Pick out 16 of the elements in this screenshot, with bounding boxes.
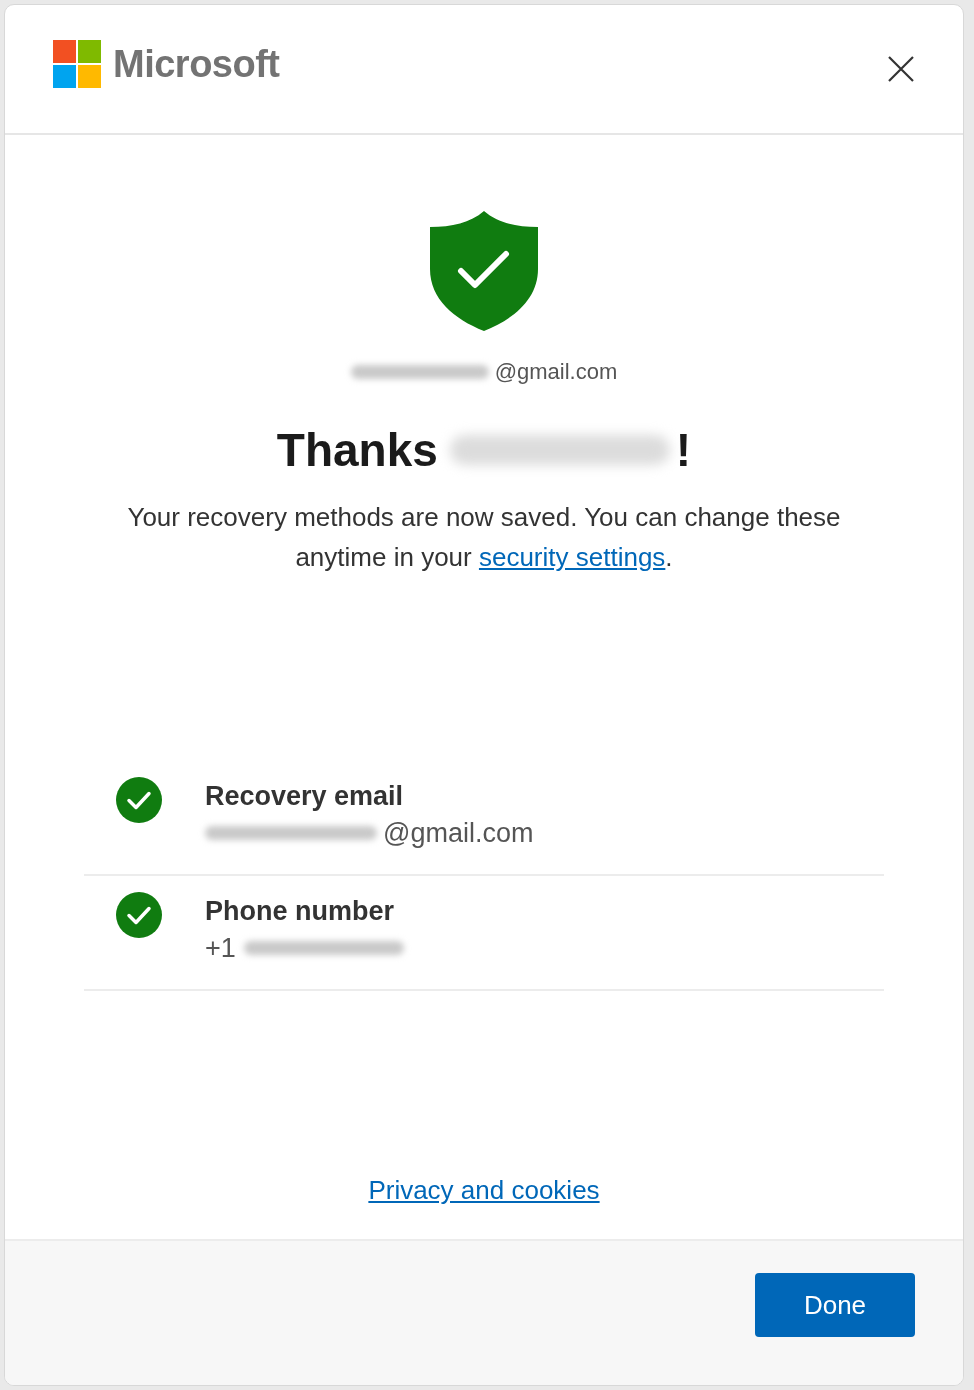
method-label: Phone number	[205, 895, 395, 928]
security-settings-link[interactable]: security settings	[478, 542, 666, 572]
done-button[interactable]: Done	[755, 1273, 915, 1337]
privacy-link[interactable]: Privacy and cookies	[368, 1175, 600, 1206]
close-icon	[887, 55, 915, 83]
account-email: @gmail.com	[494, 359, 618, 385]
method-value: +1	[205, 932, 236, 965]
method-value: @gmail.com	[383, 817, 534, 850]
method-label: Recovery email	[205, 780, 405, 813]
confirmation-message: Your recovery methods are now saved. You can change these anytime in your security settings.	[126, 501, 842, 574]
shield-check-icon	[428, 209, 540, 333]
heading-text: Thanks	[276, 423, 438, 477]
four-squares-logo-icon	[53, 40, 101, 88]
logo-text: Microsoft	[113, 42, 280, 86]
heading-text: !	[675, 423, 692, 477]
close-button[interactable]	[887, 55, 915, 83]
